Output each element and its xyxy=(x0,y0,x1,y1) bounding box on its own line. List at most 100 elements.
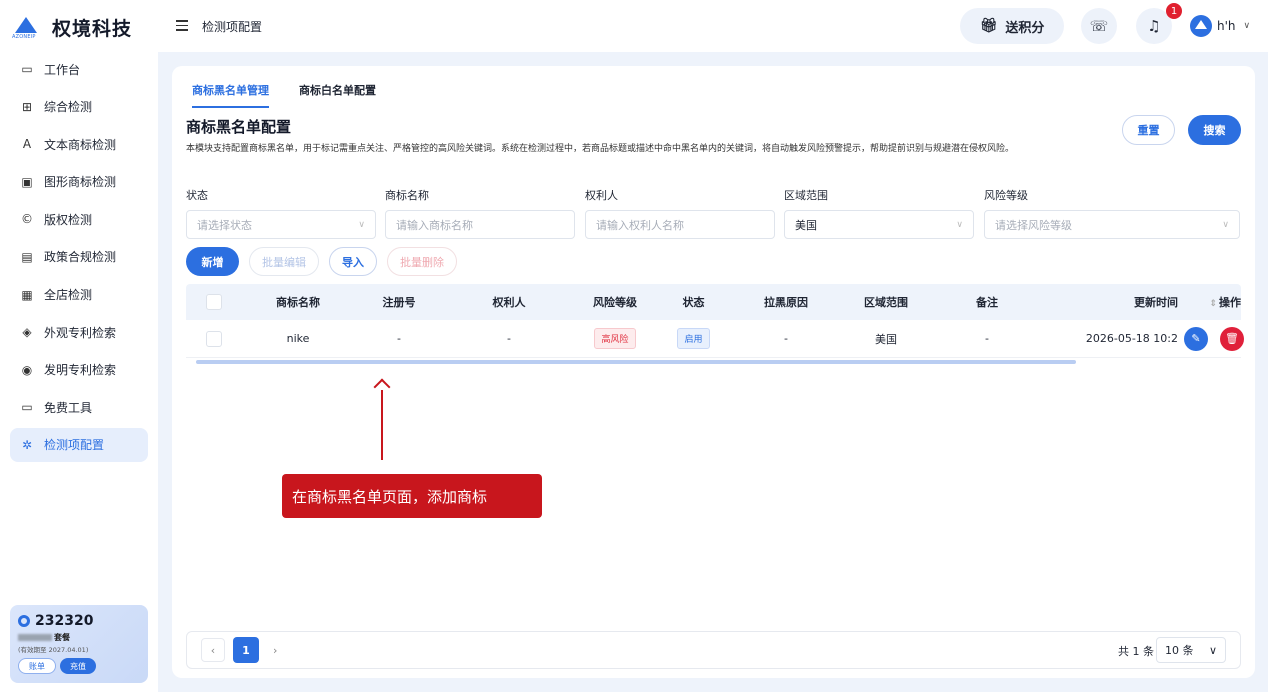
chevron-down-icon: ∨ xyxy=(358,219,365,230)
search-button[interactable]: 搜索 xyxy=(1188,115,1241,145)
risk-placeholder: 请选择风险等级 xyxy=(995,218,1072,232)
prev-page-button[interactable]: ‹ xyxy=(201,638,225,662)
filter-region: 区域范围 美国 ∨ xyxy=(784,187,974,239)
horizontal-scrollbar[interactable] xyxy=(196,360,1076,364)
filter-risk-label: 风险等级 xyxy=(984,189,1028,202)
pin-icon: ◉ xyxy=(21,362,33,377)
col-reg-no: 注册号 xyxy=(382,296,416,309)
tab-blacklist[interactable]: 商标黑名单管理 xyxy=(192,82,269,108)
chevron-left-icon: ‹ xyxy=(210,643,216,657)
region-select[interactable]: 美国 ∨ xyxy=(784,210,974,239)
select-all-checkbox[interactable] xyxy=(206,294,222,310)
chevron-down-icon: ∨ xyxy=(1208,643,1217,657)
sidebar-item-label: 全店检测 xyxy=(44,288,93,303)
next-page-button[interactable]: › xyxy=(273,644,277,657)
page-number-button[interactable]: 1 xyxy=(233,637,259,663)
filter-status: 状态 请选择状态 ∨ xyxy=(186,187,376,239)
notification-badge: 1 xyxy=(1166,3,1182,19)
sidebar-item-label: 外观专利检索 xyxy=(44,325,117,340)
cell-name: nike xyxy=(286,332,310,345)
filter-status-label: 状态 xyxy=(186,189,208,202)
main-panel: 商标黑名单管理 商标白名单配置 商标黑名单配置 本模块支持配置商标黑名单，用于标… xyxy=(172,66,1255,678)
page-size-select[interactable]: 10 条 ∨ xyxy=(1156,637,1226,663)
delete-button[interactable]: 🗑︎ xyxy=(1220,326,1244,351)
sidebar-item-label: 综合检测 xyxy=(44,100,93,115)
copyright-icon: © xyxy=(21,212,33,227)
col-remark: 备注 xyxy=(976,296,998,309)
sidebar-item-policy[interactable]: ▤ 政策合规检测 xyxy=(10,240,148,274)
col-risk: 风险等级 xyxy=(593,296,637,309)
points-value: 232320 xyxy=(35,613,94,629)
cell-reg-no: - xyxy=(397,332,401,345)
col-name: 商标名称 xyxy=(276,296,320,309)
sidebar-nav: ▭ 工作台 ⊞ 综合检测 A 文本商标检测 ▣ 图形商标检测 © 版权检测 ▤ 政策合规检测… xyxy=(10,52,148,466)
blacklist-table: 商标名称 注册号 权利人 风险等级 状态 拉黑原因 区域范围 备注 更新时间 ⇕… xyxy=(186,284,1244,364)
user-menu[interactable]: h'h ∨ xyxy=(1190,15,1250,37)
grid-icon: ⊞ xyxy=(21,99,33,114)
name-placeholder: 请输入商标名称 xyxy=(396,218,473,232)
chevron-right-icon: › xyxy=(273,643,278,657)
import-button[interactable]: 导入 xyxy=(329,247,377,276)
sidebar-item-detection-config[interactable]: ✲ 检测项配置 xyxy=(10,427,148,462)
filter-name-label: 商标名称 xyxy=(385,189,429,202)
sidebar-item-image-trademark[interactable]: ▣ 图形商标检测 xyxy=(10,165,148,199)
breadcrumb: 检测项配置 xyxy=(202,20,263,34)
sidebar-item-copyright[interactable]: © 版权检测 xyxy=(10,202,148,236)
reset-button[interactable]: 重置 xyxy=(1122,115,1175,145)
gift-points-label: 送积分 xyxy=(1005,20,1045,36)
filter-region-label: 区域范围 xyxy=(784,189,828,202)
filter-owner: 权利人 请输入权利人名称 xyxy=(585,187,775,239)
sidebar-item-workbench[interactable]: ▭ 工作台 xyxy=(10,52,148,86)
pagination: ‹ 1 › 共 1 条 10 条 ∨ xyxy=(186,631,1241,669)
sidebar-item-invention-patent[interactable]: ◉ 发明专利检索 xyxy=(10,353,148,387)
chevron-down-icon: ∨ xyxy=(1243,21,1251,31)
image-icon: ▣ xyxy=(21,174,33,189)
cell-updated: 2026-05-18 10:2 xyxy=(1085,332,1178,345)
page-description: 本模块支持配置商标黑名单，用于标记需重点关注、严格管控的高风险关键词。系统在检测… xyxy=(186,144,1015,154)
trademark-name-input[interactable]: 请输入商标名称 xyxy=(385,210,575,239)
phone-button[interactable]: ☏ xyxy=(1081,8,1117,44)
sidebar-item-free-tools[interactable]: ▭ 免费工具 xyxy=(10,390,148,424)
settings-icon: ✲ xyxy=(21,437,33,452)
row-checkbox[interactable] xyxy=(206,330,222,347)
annotation-callout: 在商标黑名单页面，添加商标 xyxy=(282,474,542,518)
tab-whitelist[interactable]: 商标白名单配置 xyxy=(299,82,376,108)
status-select[interactable]: 请选择状态 ∨ xyxy=(186,210,376,239)
batch-delete-button[interactable]: 批量删除 xyxy=(387,247,457,276)
batch-edit-button[interactable]: 批量编辑 xyxy=(249,247,319,276)
cell-remark: - xyxy=(985,332,989,345)
laptop-icon: ▭ xyxy=(21,62,33,76)
points-icon xyxy=(18,615,30,627)
plan-label: 套餐 xyxy=(54,633,70,642)
gift-icon: 🎁︎ xyxy=(979,18,998,34)
sidebar-item-label: 文本商标检测 xyxy=(44,137,117,152)
chevron-down-icon: ∨ xyxy=(1222,219,1229,230)
action-bar: 新增 批量编辑 导入 批量删除 xyxy=(186,247,467,276)
brand-name: 权境科技 xyxy=(52,18,133,40)
menu-toggle-icon[interactable] xyxy=(176,20,188,32)
sidebar-item-store[interactable]: ▦ 全店检测 xyxy=(10,278,148,312)
phone-icon: ☏ xyxy=(1089,17,1109,35)
text-icon: A xyxy=(22,137,32,152)
policy-icon: ▤ xyxy=(21,249,33,264)
bill-button[interactable]: 账单 xyxy=(18,658,56,674)
add-button[interactable]: 新增 xyxy=(186,247,239,276)
sidebar-item-comprehensive[interactable]: ⊞ 综合检测 xyxy=(10,90,148,124)
owner-input[interactable]: 请输入权利人名称 xyxy=(585,210,775,239)
annotation-arrow xyxy=(381,390,383,460)
risk-select[interactable]: 请选择风险等级 ∨ xyxy=(984,210,1240,239)
brand-logo[interactable]: AZONEIP 权境科技 xyxy=(12,14,132,41)
sidebar-item-text-trademark[interactable]: A 文本商标检测 xyxy=(10,127,148,161)
sort-icon[interactable]: ⇕ xyxy=(1209,299,1217,309)
sidebar-item-design-patent[interactable]: ◈ 外观专利检索 xyxy=(10,315,148,349)
recharge-button[interactable]: 充值 xyxy=(60,658,96,674)
gift-points-button[interactable]: 🎁︎ 送积分 xyxy=(960,8,1064,44)
filter-owner-label: 权利人 xyxy=(585,189,618,202)
edit-button[interactable]: ✎ xyxy=(1184,326,1208,351)
col-ops: ⇕ 操作 xyxy=(1178,294,1241,310)
pencil-icon: ✎ xyxy=(1191,332,1201,345)
cell-region: 美国 xyxy=(875,332,897,346)
risk-badge: 高风险 xyxy=(594,328,636,349)
col-region: 区域范围 xyxy=(864,296,908,309)
region-value: 美国 xyxy=(795,218,817,232)
